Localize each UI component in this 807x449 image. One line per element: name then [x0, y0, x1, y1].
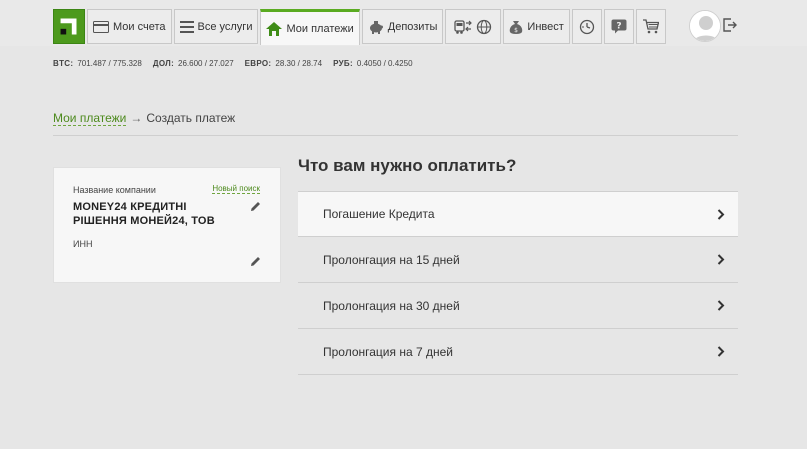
card-icon [93, 20, 109, 33]
nav-my-payments[interactable]: Мои платежи [260, 9, 360, 45]
chevron-right-icon [717, 254, 725, 265]
company-name-label: Название компании [73, 185, 156, 195]
chevron-right-icon [717, 300, 725, 311]
payment-option-extend-15[interactable]: Пролонгация на 15 дней [298, 237, 738, 283]
rate-value: 701.487 / 775.328 [77, 59, 142, 68]
nav-deposits[interactable]: Депозиты [361, 9, 444, 44]
privat-logo-button[interactable] [53, 9, 85, 44]
payment-option-loan-repayment[interactable]: Погашение Кредита [298, 191, 738, 237]
nav-label: Мои счета [113, 20, 166, 33]
nav-invest[interactable]: $ Инвест [503, 9, 570, 44]
rate-key: РУБ: [333, 59, 353, 68]
payment-option-extend-7[interactable]: Пролонгация на 7 дней [298, 329, 738, 375]
payment-option-extend-30[interactable]: Пролонгация на 30 дней [298, 283, 738, 329]
rate-value: 0.4050 / 0.4250 [356, 59, 413, 68]
edit-inn-button[interactable] [250, 254, 261, 272]
nav-help[interactable]: ? [603, 9, 634, 44]
logout-button[interactable] [723, 18, 737, 32]
main-nav: Мои счета Все услуги Мои платежи Депозит… [53, 9, 668, 45]
pencil-icon [251, 202, 260, 211]
payment-option-label: Погашение Кредита [323, 207, 435, 221]
nav-my-accounts[interactable]: Мои счета [87, 9, 172, 44]
company-name: MONEY24 КРЕДИТНІ РІШЕННЯ МОНЕЙ24, ТОВ [73, 201, 215, 227]
nav-label: Все услуги [197, 20, 253, 33]
breadcrumb: Мои платежи → Создать платеж [53, 111, 236, 126]
breadcrumb-my-payments-link[interactable]: Мои платежи [53, 111, 127, 126]
bank-logo-icon [54, 11, 84, 42]
top-navigation: Мои счета Все услуги Мои платежи Депозит… [0, 0, 807, 46]
money-bag-icon: $ [510, 21, 523, 34]
nav-timer[interactable] [571, 9, 602, 44]
chevron-right-icon [717, 209, 725, 220]
rate-key: BTC: [53, 59, 74, 68]
breadcrumb-arrow: → [130, 111, 143, 125]
breadcrumb-current: Создать платеж [146, 111, 236, 125]
exchange-rates: BTC: 701.487 / 775.328 ДОЛ: 26.600 / 27.02… [53, 59, 424, 68]
rate-usd: ДОЛ: 26.600 / 27.027 [153, 59, 234, 68]
timer-icon [579, 19, 594, 34]
list-icon [179, 20, 194, 33]
user-silhouette-icon [690, 11, 720, 41]
edit-company-button[interactable] [250, 199, 261, 217]
rate-rub: РУБ: 0.4050 / 0.4250 [333, 59, 412, 68]
question-bubble-icon: ? [611, 19, 627, 34]
rate-value: 26.600 / 27.027 [178, 59, 234, 68]
payment-option-label: Пролонгация на 15 дней [323, 252, 460, 267]
transport-icon [454, 19, 473, 34]
payment-option-label: Пролонгация на 7 дней [323, 344, 453, 359]
header-divider [53, 135, 738, 136]
nav-cart[interactable] [635, 9, 666, 44]
page-question-heading: Что вам нужно оплатить? [298, 156, 517, 175]
rate-key: ЕВРО: [244, 59, 272, 68]
rate-value: 28.30 / 28.74 [275, 59, 323, 68]
inn-label: ИНН [73, 239, 93, 249]
payment-option-label: Пролонгация на 30 дней [323, 298, 460, 313]
nav-label: Инвест [527, 20, 564, 33]
svg-text:$: $ [514, 27, 518, 34]
nav-label: Депозиты [387, 20, 438, 33]
nav-transport-exchange[interactable] [445, 9, 502, 44]
cart-icon [642, 19, 659, 34]
company-card: Название компании Новый поиск MONEY24 КР… [53, 167, 281, 283]
piggy-bank-icon [369, 20, 383, 34]
rate-eur: ЕВРО: 28.30 / 28.74 [245, 59, 322, 68]
user-avatar[interactable] [689, 10, 721, 42]
globe-icon [477, 19, 492, 34]
chevron-right-icon [717, 346, 725, 357]
nav-all-services[interactable]: Все услуги [173, 9, 259, 44]
pencil-icon [251, 257, 260, 266]
payment-options-list: Погашение Кредита Пролонгация на 15 дней… [298, 191, 738, 375]
rate-btc: BTC: 701.487 / 775.328 [53, 59, 142, 68]
nav-label: Мои платежи [286, 22, 354, 35]
home-icon [266, 21, 283, 36]
logout-icon [723, 18, 737, 32]
rate-key: ДОЛ: [152, 59, 175, 68]
svg-text:?: ? [616, 22, 621, 32]
new-search-link[interactable]: Новый поиск [212, 184, 260, 194]
